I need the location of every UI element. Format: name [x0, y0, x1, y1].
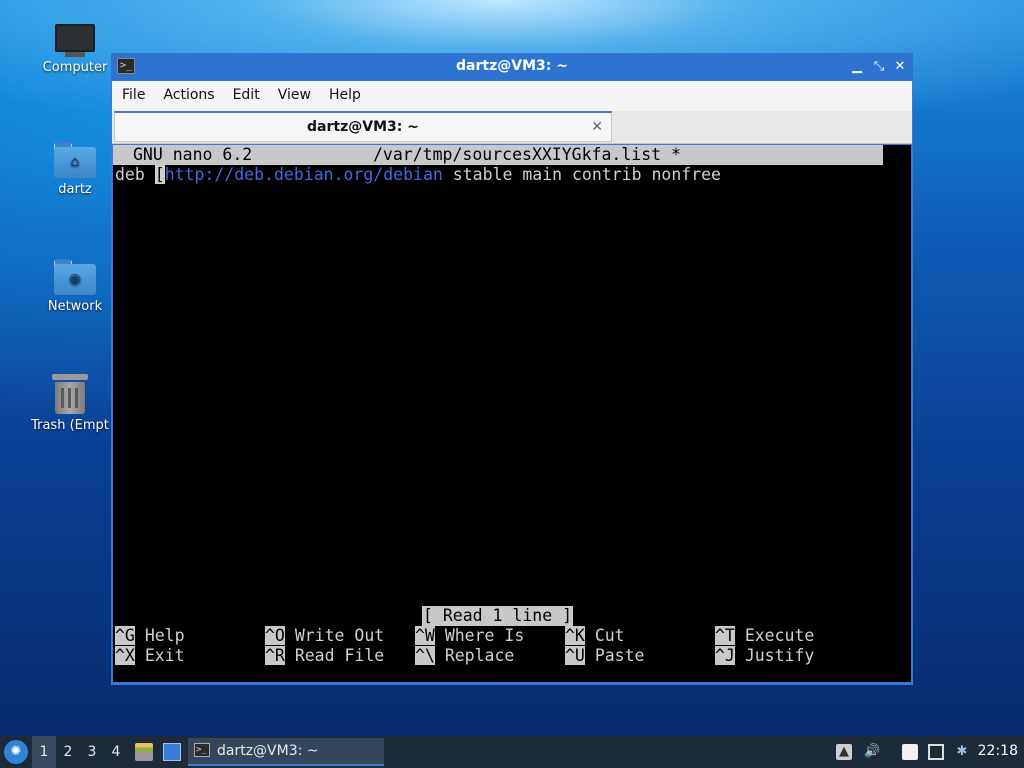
minimize-button[interactable]: ▁: [847, 57, 867, 77]
show-desktop-icon[interactable]: [163, 743, 181, 761]
task-label: dartz@VM3: ~: [217, 743, 319, 759]
workspace-2[interactable]: 2: [56, 736, 80, 768]
menu-actions[interactable]: Actions: [153, 81, 222, 103]
network-folder-icon: ◉: [54, 259, 96, 295]
computer-icon: [55, 24, 95, 57]
close-button[interactable]: ✕: [890, 57, 910, 77]
text-cursor: [: [154, 165, 165, 184]
trash-icon: [52, 374, 88, 414]
nano-version: GNU nano 6.2: [133, 145, 253, 164]
desktop-icon-label: dartz: [58, 182, 92, 197]
shortcut-exit[interactable]: ^X Exit: [115, 646, 185, 666]
repo-url: http://deb.debian.org/debian: [164, 165, 443, 184]
terminal-area[interactable]: GNU nano 6.2 /var/tmp/sourcesXXIYGkfa.li…: [113, 145, 911, 682]
taskbar: ✺ 1 2 3 4 >_ dartz@VM3: ~ ▲ 🔊 ✱ 22:18: [0, 736, 1024, 768]
line-suffix: stable main contrib nonfree: [442, 165, 721, 184]
desktop-icon-home[interactable]: ⌂ dartz: [25, 142, 125, 197]
shortcut-replace[interactable]: ^\ Replace: [415, 646, 514, 666]
shortcut-where-is[interactable]: ^W Where Is: [415, 626, 524, 646]
desktop-icon-computer[interactable]: Computer: [25, 24, 125, 75]
window-title: dartz@VM3: ~: [456, 58, 568, 74]
maximize-button[interactable]: ⤡: [869, 57, 889, 77]
shortcut-execute[interactable]: ^T Execute: [715, 626, 814, 646]
tab-close-button[interactable]: ✕: [591, 113, 603, 141]
shortcut-read-file[interactable]: ^R Read File: [265, 646, 384, 666]
nano-filename: /var/tmp/sourcesXXIYGkfa.list *: [373, 145, 681, 164]
desktop-icon-label: Computer: [42, 60, 108, 75]
shortcut-help[interactable]: ^G Help: [115, 626, 185, 646]
menu-file[interactable]: File: [112, 81, 153, 103]
tab-title: dartz@VM3: ~: [307, 119, 419, 135]
updates-icon[interactable]: ▲: [836, 744, 852, 760]
shortcut-cut[interactable]: ^K Cut: [565, 626, 625, 646]
desktop-icon-label: Network: [47, 299, 103, 314]
workspace-3[interactable]: 3: [80, 736, 104, 768]
editor-line[interactable]: deb [http://deb.debian.org/debian stable…: [115, 165, 721, 185]
shortcut-paste[interactable]: ^U Paste: [565, 646, 644, 666]
terminal-window: >_ dartz@VM3: ~ ▁ ⤡ ✕ File Actions Edit Vie…: [111, 53, 913, 685]
desktop-icon-network[interactable]: ◉ Network: [25, 259, 125, 314]
line-prefix: deb: [115, 165, 155, 184]
file-manager-icon[interactable]: [135, 743, 153, 761]
nano-header: GNU nano 6.2 /var/tmp/sourcesXXIYGkfa.li…: [113, 145, 883, 165]
shortcut-write-out[interactable]: ^O Write Out: [265, 626, 384, 646]
nano-status: [ Read 1 line ]: [422, 606, 574, 626]
tab-bar: dartz@VM3: ~ ✕: [112, 111, 912, 144]
menu-view[interactable]: View: [268, 81, 319, 103]
bluetooth-icon[interactable]: ✱: [954, 744, 970, 760]
window-titlebar[interactable]: >_ dartz@VM3: ~ ▁ ⤡ ✕: [111, 53, 913, 81]
network-icon[interactable]: [928, 744, 944, 760]
menu-edit[interactable]: Edit: [223, 81, 268, 103]
terminal-tab[interactable]: dartz@VM3: ~ ✕: [114, 111, 612, 142]
clock[interactable]: 22:18: [978, 743, 1018, 759]
terminal-icon: >_: [194, 743, 210, 757]
desktop-icon-label: Trash (Empt: [31, 418, 109, 433]
menu-bar: File Actions Edit View Help: [112, 81, 912, 111]
workspace-4[interactable]: 4: [104, 736, 128, 768]
clipboard-icon[interactable]: [902, 744, 918, 760]
shortcut-justify[interactable]: ^J Justify: [715, 646, 814, 666]
workspace-1[interactable]: 1: [32, 736, 56, 768]
taskbar-task-terminal[interactable]: >_ dartz@VM3: ~: [188, 738, 384, 766]
start-menu-button[interactable]: ✺: [4, 740, 28, 764]
volume-icon[interactable]: 🔊: [864, 744, 880, 760]
menu-help[interactable]: Help: [319, 81, 369, 103]
desktop-icon-trash[interactable]: Trash (Empt: [20, 374, 120, 433]
home-folder-icon: ⌂: [54, 142, 96, 178]
